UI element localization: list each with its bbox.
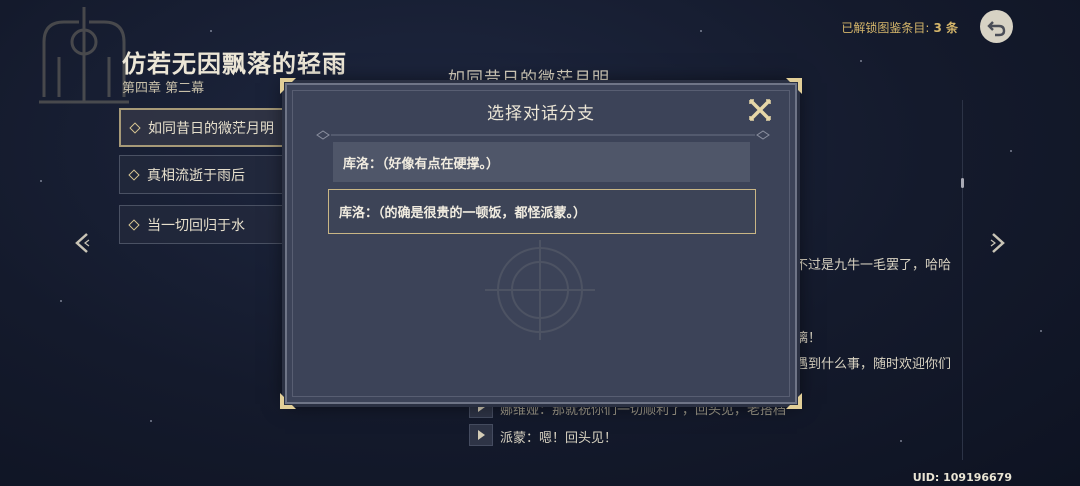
scrollbar-track[interactable] [962,100,963,460]
compass-watermark-icon [485,240,595,340]
corner-ornament-icon [786,393,802,409]
dialog-line-partial: 遇到什么事，随时欢迎你们 [795,357,952,372]
dialog-line: 派蒙：嗯！回头见！ [500,431,618,446]
story-subtitle: 第四章 第二幕 [122,81,205,96]
uid-label: UID: 109196679 [912,471,1012,484]
next-page-button[interactable] [987,232,1009,254]
dialog-option-1[interactable]: 库洛：（好像有点在硬撑。） [333,142,750,182]
diamond-icon [128,218,140,231]
play-icon [477,430,485,440]
dialog-line-partial: 璃！ [795,331,822,346]
unlocked-entries-counter: 已解锁图鉴条目: 3 条 [841,19,958,36]
chapter-item-label: 当一切回归于水 [147,217,245,234]
unlocked-count: 3 条 [933,21,958,35]
dialog-branch-modal: 选择对话分支 库洛：（好像有点在硬撑。） 库洛：（的确是很贵的一顿饭，都怪派蒙。… [280,78,802,409]
title-divider [316,130,770,140]
scrollbar-thumb[interactable] [961,178,964,188]
back-button[interactable] [980,10,1013,43]
chapter-item-1[interactable]: 如同昔日的微茫月明 [119,108,291,147]
play-voice-button[interactable] [469,424,493,446]
emblem-logo [39,7,129,104]
story-title: 仿若无因飘落的轻雨 [122,50,347,78]
corner-ornament-icon [786,78,802,94]
dialog-title: 选择对话分支 [487,104,595,124]
chapter-item-2[interactable]: 真相流逝于雨后 [119,155,291,194]
dialog-option-2[interactable]: 库洛：（的确是很贵的一顿饭，都怪派蒙。） [328,189,756,234]
chevron-right-icon [990,233,1005,253]
dialog-option-text: 库洛：（好像有点在硬撑。） [343,156,500,172]
chevron-left-icon [75,233,90,253]
diamond-icon [128,168,140,181]
dialog-option-text: 库洛：（的确是很贵的一顿饭，都怪派蒙。） [339,206,587,221]
dialog-line-partial: 不过是九牛一毛罢了，哈哈 [795,258,952,273]
back-arrow-icon [986,20,1005,36]
close-button[interactable] [747,97,773,123]
corner-ornament-icon [280,393,296,409]
chapter-item-label: 真相流逝于雨后 [147,167,245,184]
chapter-item-3[interactable]: 当一切回归于水 [119,205,291,244]
chapter-item-label: 如同昔日的微茫月明 [148,120,274,137]
corner-ornament-icon [280,78,296,94]
close-x-icon [749,99,771,121]
prev-page-button[interactable] [71,232,93,254]
unlocked-label: 已解锁图鉴条目: [841,21,930,35]
diamond-icon [129,121,141,134]
